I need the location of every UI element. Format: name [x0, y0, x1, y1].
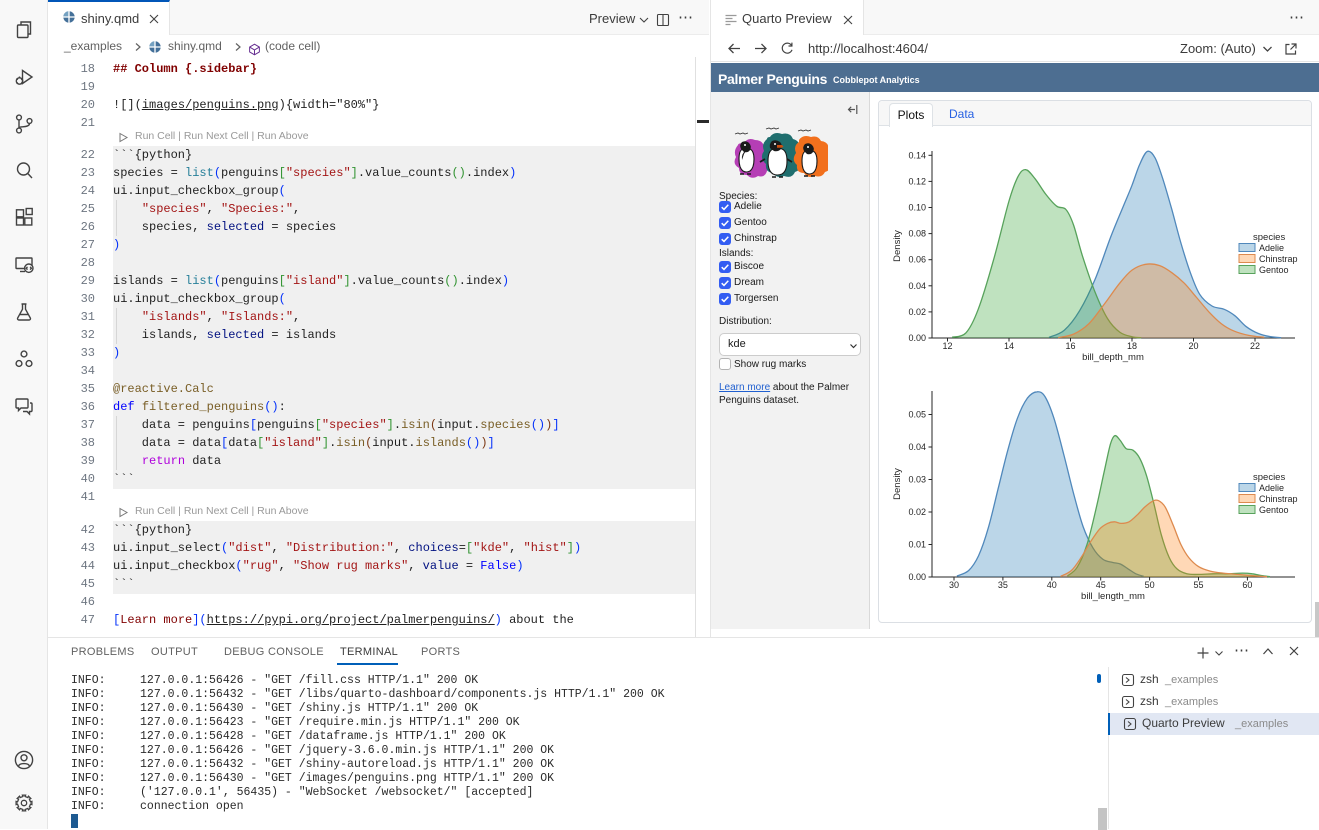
svg-text:Density: Density: [892, 468, 903, 500]
svg-text:40: 40: [1047, 580, 1057, 590]
svg-text:30: 30: [949, 580, 959, 590]
svg-text:16: 16: [1065, 341, 1075, 351]
svg-text:14: 14: [1004, 341, 1014, 351]
svg-text:species: species: [1253, 472, 1285, 483]
svg-text:0.12: 0.12: [908, 176, 926, 186]
svg-text:45: 45: [1096, 580, 1106, 590]
svg-text:Chinstrap: Chinstrap: [1259, 254, 1298, 264]
svg-text:0.08: 0.08: [908, 229, 926, 239]
svg-text:0.04: 0.04: [908, 281, 926, 291]
svg-text:Gentoo: Gentoo: [1259, 505, 1289, 515]
svg-text:0.05: 0.05: [908, 410, 926, 420]
svg-text:Adelie: Adelie: [1259, 483, 1284, 493]
svg-text:0.10: 0.10: [908, 203, 926, 213]
svg-text:Chinstrap: Chinstrap: [1259, 494, 1298, 504]
svg-text:18: 18: [1127, 341, 1137, 351]
svg-text:Density: Density: [892, 230, 903, 262]
svg-text:0.06: 0.06: [908, 255, 926, 265]
svg-text:Gentoo: Gentoo: [1259, 265, 1289, 275]
svg-text:0.04: 0.04: [908, 442, 926, 452]
svg-text:bill_length_mm: bill_length_mm: [1081, 591, 1145, 602]
svg-text:0.01: 0.01: [908, 540, 926, 550]
svg-text:0.00: 0.00: [908, 333, 926, 343]
svg-text:0.02: 0.02: [908, 507, 926, 517]
svg-text:0.02: 0.02: [908, 307, 926, 317]
svg-text:Adelie: Adelie: [1259, 243, 1284, 253]
svg-text:60: 60: [1242, 580, 1252, 590]
svg-text:20: 20: [1188, 341, 1198, 351]
svg-text:50: 50: [1145, 580, 1155, 590]
svg-text:35: 35: [998, 580, 1008, 590]
svg-text:0.14: 0.14: [908, 150, 926, 160]
svg-text:22: 22: [1250, 341, 1260, 351]
svg-text:55: 55: [1193, 580, 1203, 590]
svg-text:12: 12: [942, 341, 952, 351]
svg-text:species: species: [1253, 232, 1285, 243]
svg-text:0.00: 0.00: [908, 572, 926, 582]
svg-text:bill_depth_mm: bill_depth_mm: [1082, 352, 1144, 363]
svg-text:0.03: 0.03: [908, 475, 926, 485]
